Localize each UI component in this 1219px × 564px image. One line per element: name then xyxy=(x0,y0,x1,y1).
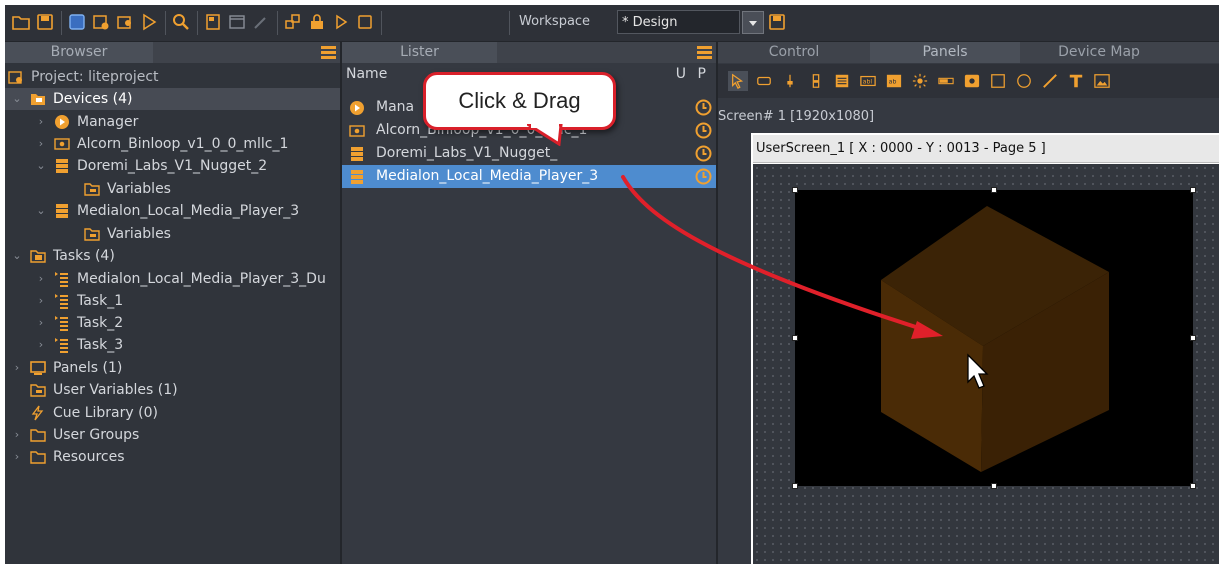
mouse-cursor-icon xyxy=(967,353,989,389)
callout-tail xyxy=(527,124,563,146)
callout-text: Click & Drag xyxy=(458,88,581,113)
app-window: Workspace * Design Browser Project: lite… xyxy=(5,5,1219,564)
click-drag-callout: Click & Drag xyxy=(423,72,616,130)
